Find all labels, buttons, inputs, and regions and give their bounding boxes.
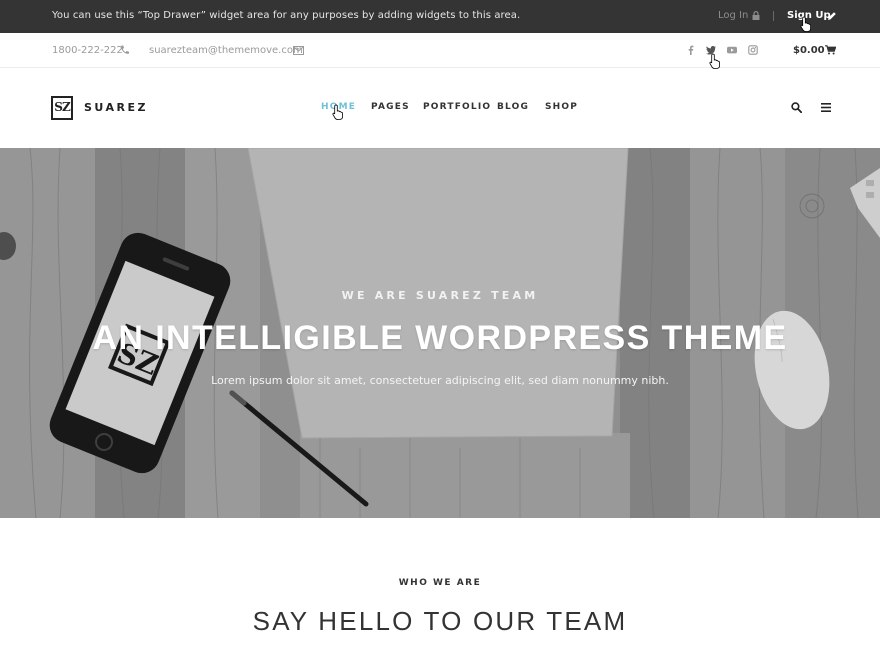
- lock-icon: [752, 11, 760, 20]
- nav-item-pages[interactable]: PAGES: [371, 102, 410, 112]
- top-drawer: You can use this “Top Drawer” widget are…: [0, 0, 880, 33]
- nav-item-shop[interactable]: SHOP: [545, 102, 578, 112]
- logo-mark-text: SZ: [54, 100, 70, 114]
- nav-item-home[interactable]: HOME: [321, 102, 356, 112]
- phone-icon: [121, 45, 129, 54]
- hero-banner: SZ WE ARE SUAREZ TEAM AN INTELLIGIBLE WO…: [0, 148, 880, 518]
- facebook-icon[interactable]: [686, 45, 696, 55]
- hero-description: Lorem ipsum dolor sit amet, consectetuer…: [211, 374, 669, 387]
- hero-title: AN INTELLIGIBLE WORDPRESS THEME: [92, 319, 788, 357]
- section-kicker: WHO WE ARE: [398, 578, 482, 588]
- site-header: SZ SUAREZ HOME PAGES PORTFOLIO BLOG SHOP: [0, 68, 880, 148]
- search-icon[interactable]: [791, 102, 802, 113]
- hero-subtitle: WE ARE SUAREZ TEAM: [341, 289, 539, 302]
- cart-icon[interactable]: [825, 45, 836, 55]
- pencil-icon: [828, 12, 836, 20]
- youtube-icon[interactable]: [727, 45, 737, 55]
- cart-total[interactable]: $0.00: [793, 45, 825, 56]
- top-drawer-message: You can use this “Top Drawer” widget are…: [52, 10, 521, 21]
- instagram-icon[interactable]: [748, 45, 758, 55]
- section-title: SAY HELLO TO OUR TEAM: [252, 606, 628, 636]
- divider: [773, 11, 774, 21]
- mail-icon: [293, 46, 304, 55]
- menu-icon[interactable]: [821, 103, 831, 112]
- logo-text[interactable]: SUAREZ: [84, 101, 148, 114]
- contact-bar: 1800-222-222 suarezteam@thememove.com $0…: [0, 33, 880, 68]
- phone-number: 1800-222-222: [52, 45, 123, 56]
- nav-item-portfolio[interactable]: PORTFOLIO: [423, 102, 491, 112]
- nav-item-blog[interactable]: BLOG: [497, 102, 529, 112]
- twitter-icon[interactable]: [706, 45, 716, 55]
- email-address[interactable]: suarezteam@thememove.com: [149, 45, 303, 56]
- logo-mark[interactable]: SZ: [51, 96, 73, 120]
- login-link[interactable]: Log In: [718, 10, 748, 21]
- signup-link[interactable]: Sign Up: [787, 10, 831, 21]
